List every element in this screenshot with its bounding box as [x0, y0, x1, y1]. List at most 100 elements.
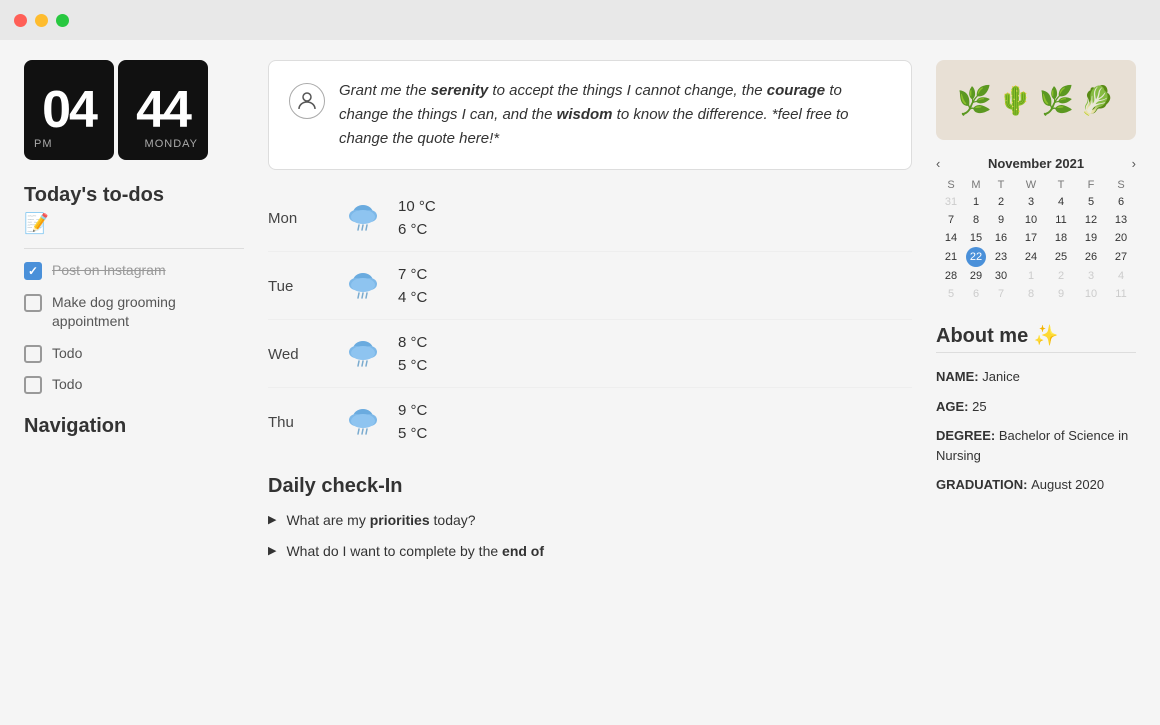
- cal-day[interactable]: 7: [936, 211, 966, 229]
- cal-day[interactable]: 12: [1076, 211, 1106, 229]
- about-age-value: 25: [972, 399, 986, 414]
- cal-day[interactable]: 2: [986, 193, 1016, 211]
- cal-day[interactable]: 4: [1106, 267, 1136, 285]
- cal-day[interactable]: 8: [966, 211, 986, 229]
- cal-week-3: 14 15 16 17 18 19 20: [936, 229, 1136, 247]
- cal-day[interactable]: 1: [1016, 267, 1046, 285]
- cal-day[interactable]: 8: [1016, 285, 1046, 303]
- cal-day[interactable]: 31: [936, 193, 966, 211]
- plant-4: 🥬: [1080, 84, 1115, 117]
- clock-day: MONDAY: [145, 138, 198, 150]
- cal-day[interactable]: 13: [1106, 211, 1136, 229]
- todo-item-4: Todo: [24, 375, 244, 395]
- cal-th-t1: T: [986, 177, 1016, 193]
- cal-day[interactable]: 6: [1106, 193, 1136, 211]
- cal-day[interactable]: 18: [1046, 229, 1076, 247]
- cal-day[interactable]: 19: [1076, 229, 1106, 247]
- about-section: About me ✨ NAME: Janice AGE: 25 DEGREE: …: [936, 323, 1136, 495]
- checkin-item-2: ▶ What do I want to complete by the end …: [268, 541, 912, 562]
- close-button[interactable]: [14, 14, 27, 27]
- calendar-next[interactable]: ›: [1132, 156, 1136, 171]
- todo-checkbox-3[interactable]: [24, 345, 42, 363]
- checkin-text-1: What are my priorities today?: [286, 510, 475, 531]
- cal-day[interactable]: 10: [1016, 211, 1046, 229]
- todo-checkbox-2[interactable]: [24, 294, 42, 312]
- checkin-text-2: What do I want to complete by the end of: [286, 541, 544, 562]
- cal-day[interactable]: 5: [936, 285, 966, 303]
- cal-day[interactable]: 10: [1076, 285, 1106, 303]
- cal-day[interactable]: 16: [986, 229, 1016, 247]
- about-age-label: AGE:: [936, 399, 972, 414]
- cal-day[interactable]: 28: [936, 267, 966, 285]
- cal-day[interactable]: 23: [986, 247, 1016, 267]
- weather-day-3: Thu: [268, 414, 328, 431]
- cal-week-1: 31 1 2 3 4 5 6: [936, 193, 1136, 211]
- todo-item-2: Make dog grooming appointment: [24, 293, 244, 332]
- todos-emoji: 📝: [24, 211, 244, 236]
- todo-text-1: Post on Instagram: [52, 261, 166, 281]
- cal-day[interactable]: 4: [1046, 193, 1076, 211]
- right-column: 🌿 🌵 🌿 🥬 ‹ November 2021 › S M T W T: [936, 60, 1136, 705]
- todo-checkbox-4[interactable]: [24, 376, 42, 394]
- cal-day[interactable]: 9: [986, 211, 1016, 229]
- todo-item-1: Post on Instagram: [24, 261, 244, 281]
- cal-day[interactable]: 17: [1016, 229, 1046, 247]
- weather-high-0: 10 °C: [398, 196, 436, 219]
- about-title: About me ✨: [936, 323, 1136, 348]
- weather-temps-2: 8 °C 5 °C: [398, 332, 427, 377]
- todo-item-3: Todo: [24, 344, 244, 364]
- cal-day[interactable]: 11: [1106, 285, 1136, 303]
- todo-text-3: Todo: [52, 344, 82, 364]
- calendar-prev[interactable]: ‹: [936, 156, 940, 171]
- cal-day[interactable]: 9: [1046, 285, 1076, 303]
- weather-icon-2: [328, 335, 398, 375]
- weather-low-1: 4 °C: [398, 287, 427, 310]
- cal-day[interactable]: 6: [966, 285, 986, 303]
- weather-day-1: Tue: [268, 278, 328, 295]
- cal-day[interactable]: 5: [1076, 193, 1106, 211]
- calendar-widget: ‹ November 2021 › S M T W T F S: [936, 156, 1136, 303]
- cal-day[interactable]: 30: [986, 267, 1016, 285]
- cal-day[interactable]: 3: [1076, 267, 1106, 285]
- cal-day[interactable]: 29: [966, 267, 986, 285]
- weather-day-2: Wed: [268, 346, 328, 363]
- weather-row-tue: Tue 7 °C 4 °C: [268, 254, 912, 320]
- cal-th-w: W: [1016, 177, 1046, 193]
- todos-divider: [24, 248, 244, 249]
- plant-3: 🌿: [1039, 84, 1074, 117]
- checkin-section: Daily check-In ▶ What are my priorities …: [268, 475, 912, 572]
- quote-avatar: [289, 83, 325, 119]
- cal-day[interactable]: 1: [966, 193, 986, 211]
- cal-day[interactable]: 20: [1106, 229, 1136, 247]
- clock-widget: 04 PM 44 MONDAY: [24, 60, 244, 160]
- todo-text-2: Make dog grooming appointment: [52, 293, 244, 332]
- cal-week-6: 5 6 7 8 9 10 11: [936, 285, 1136, 303]
- about-graduation-value: August 2020: [1031, 477, 1104, 492]
- about-name-label: NAME:: [936, 369, 982, 384]
- weather-row-mon: Mon 10 °C 6 °C: [268, 186, 912, 252]
- cal-day[interactable]: 3: [1016, 193, 1046, 211]
- clock-period: PM: [34, 138, 53, 150]
- todo-checkbox-1[interactable]: [24, 262, 42, 280]
- cal-day[interactable]: 2: [1046, 267, 1076, 285]
- minimize-button[interactable]: [35, 14, 48, 27]
- cal-day[interactable]: 7: [986, 285, 1016, 303]
- about-name-value: Janice: [982, 369, 1020, 384]
- clock-minutes: 44: [136, 84, 190, 136]
- cal-day[interactable]: 21: [936, 247, 966, 267]
- maximize-button[interactable]: [56, 14, 69, 27]
- cal-day[interactable]: 27: [1106, 247, 1136, 267]
- quote-text: Grant me the serenity to accept the thin…: [339, 79, 891, 151]
- cal-day[interactable]: 15: [966, 229, 986, 247]
- about-degree-row: DEGREE: Bachelor of Science in Nursing: [936, 426, 1136, 465]
- cal-day[interactable]: 25: [1046, 247, 1076, 267]
- about-age-row: AGE: 25: [936, 397, 1136, 417]
- cal-day[interactable]: 24: [1016, 247, 1046, 267]
- clock-hours-block: 04 PM: [24, 60, 114, 160]
- cal-day[interactable]: 11: [1046, 211, 1076, 229]
- cal-day[interactable]: 26: [1076, 247, 1106, 267]
- cal-day-today[interactable]: 22: [966, 247, 986, 267]
- cal-day[interactable]: 14: [936, 229, 966, 247]
- calendar-grid: S M T W T F S 31 1 2 3 4: [936, 177, 1136, 303]
- calendar-month-title: November 2021: [988, 156, 1084, 171]
